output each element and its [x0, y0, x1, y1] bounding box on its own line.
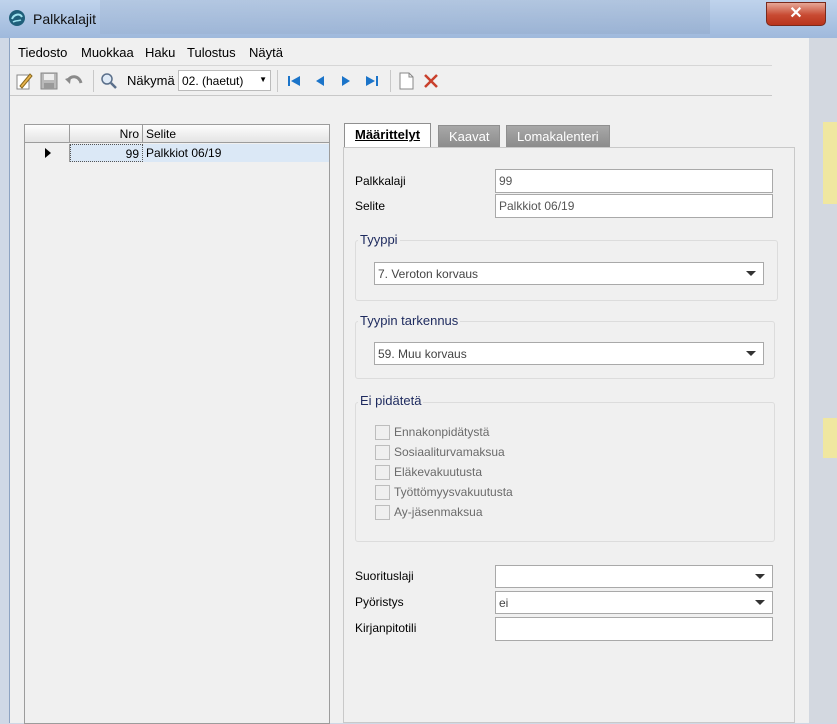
toolbar-separator: [277, 70, 278, 92]
app-logo-icon: [9, 10, 25, 26]
ennakonpidatys-label: Ennakonpidätystä: [394, 425, 490, 439]
menu-muokkaa[interactable]: Muokkaa: [81, 45, 134, 60]
tab-lomakalenteri[interactable]: Lomakalenteri: [506, 125, 610, 147]
menu-nayta[interactable]: Näytä: [249, 45, 283, 60]
background-highlight: [823, 418, 837, 458]
app-window: Palkkalajit ✕ Tiedosto Muokkaa Haku Tulo…: [0, 0, 837, 724]
menu-bar: Tiedosto Muokkaa Haku Tulostus Näytä: [10, 38, 772, 66]
chevron-down-icon: [755, 574, 765, 579]
view-select-value: 02. (haetut): [182, 74, 244, 88]
grid-header: Nro Selite: [25, 125, 329, 143]
search-icon[interactable]: [99, 71, 119, 91]
last-record-icon[interactable]: [362, 71, 382, 91]
tab-maarittelyt-label: Määrittelyt: [355, 127, 421, 142]
tyottomyysvakuutus-label: Työttömyysvakuutusta: [394, 485, 513, 499]
column-header-nro[interactable]: Nro: [70, 125, 143, 143]
palkkalaji-field[interactable]: 99: [495, 169, 773, 193]
grid-header-corner: [25, 125, 70, 143]
selite-label: Selite: [355, 199, 386, 213]
chevron-down-icon: [746, 351, 756, 356]
save-icon[interactable]: [39, 71, 59, 91]
tab-kaavat-label: Kaavat: [449, 129, 490, 144]
elakevakuutus-checkbox[interactable]: [375, 465, 390, 480]
current-row-arrow-icon: [45, 148, 51, 158]
chevron-down-icon: [755, 600, 765, 605]
view-label: Näkymä: [127, 73, 175, 88]
toolbar-separator: [93, 70, 94, 92]
sosiaaliturvamaksu-checkbox[interactable]: [375, 445, 390, 460]
ay-jasenmaksu-label: Ay-jäsenmaksua: [394, 505, 483, 519]
close-button[interactable]: ✕: [766, 2, 826, 26]
undo-icon[interactable]: [64, 71, 84, 91]
ay-jasenmaksu-checkbox[interactable]: [375, 505, 390, 520]
row-indicator: [25, 144, 70, 162]
suorituslaji-select[interactable]: [495, 565, 773, 588]
new-document-icon[interactable]: [396, 71, 416, 91]
tab-kaavat[interactable]: Kaavat: [438, 125, 501, 147]
ennakonpidatys-checkbox[interactable]: [375, 425, 390, 440]
tarkennus-select-value: 59. Muu korvaus: [378, 347, 467, 361]
next-record-icon[interactable]: [336, 71, 356, 91]
tab-panel-maarittelyt: Palkkalaji 99 Selite Palkkiot 06/19 Tyyp…: [343, 147, 795, 723]
menu-haku[interactable]: Haku: [145, 45, 175, 60]
elakevakuutus-label: Eläkevakuutusta: [394, 465, 483, 479]
kirjanpitotili-field[interactable]: [495, 617, 773, 641]
tyyppi-select-value: 7. Veroton korvaus: [378, 267, 479, 281]
client-area: Tiedosto Muokkaa Haku Tulostus Näytä Näk…: [9, 38, 809, 724]
cell-nro[interactable]: 99: [70, 144, 143, 162]
table-row[interactable]: 99 Palkkiot 06/19: [25, 144, 329, 162]
kirjanpitotili-label: Kirjanpitotili: [355, 621, 417, 635]
selite-field[interactable]: Palkkiot 06/19: [495, 194, 773, 218]
background-taskbar-strip: [100, 0, 710, 34]
toolbar-separator: [390, 70, 391, 92]
cell-selite[interactable]: Palkkiot 06/19: [143, 144, 329, 162]
column-header-selite[interactable]: Selite: [146, 127, 176, 141]
edit-icon[interactable]: [14, 71, 34, 91]
background-highlight: [823, 122, 837, 204]
chevron-down-icon: [746, 271, 756, 276]
sosiaaliturvamaksu-label: Sosiaaliturvamaksua: [394, 445, 505, 459]
tarkennus-group-title: Tyypin tarkennus: [358, 313, 461, 328]
menu-tiedosto[interactable]: Tiedosto: [18, 45, 67, 60]
background-window-edge: [809, 38, 837, 723]
tyyppi-group-title: Tyyppi: [358, 232, 400, 247]
tyyppi-select[interactable]: 7. Veroton korvaus: [374, 262, 764, 285]
tab-maarittelyt[interactable]: Määrittelyt: [344, 123, 432, 147]
pyoristys-select-value: ei: [499, 596, 509, 610]
menu-tulostus[interactable]: Tulostus: [187, 45, 236, 60]
title-bar: Palkkalajit ✕: [0, 0, 837, 38]
delete-icon[interactable]: [421, 71, 441, 91]
tyottomyysvakuutus-checkbox[interactable]: [375, 485, 390, 500]
pyoristys-select[interactable]: ei: [495, 591, 773, 614]
tab-lomakalenteri-label: Lomakalenteri: [517, 129, 599, 144]
pyoristys-label: Pyöristys: [355, 595, 404, 609]
tarkennus-select[interactable]: 59. Muu korvaus: [374, 342, 764, 365]
view-select[interactable]: 02. (haetut) ▼: [178, 70, 271, 91]
suorituslaji-label: Suorituslaji: [355, 569, 414, 583]
records-grid: Nro Selite 99 Palkkiot 06/19: [24, 124, 330, 724]
previous-record-icon[interactable]: [310, 71, 330, 91]
window-title: Palkkalajit: [33, 11, 97, 27]
palkkalaji-label: Palkkalaji: [355, 174, 406, 188]
toolbar: Näkymä 02. (haetut) ▼: [10, 66, 772, 96]
chevron-down-icon: ▼: [259, 75, 267, 84]
ei-pidateta-group-title: Ei pidätetä: [358, 393, 424, 408]
first-record-icon[interactable]: [284, 71, 304, 91]
